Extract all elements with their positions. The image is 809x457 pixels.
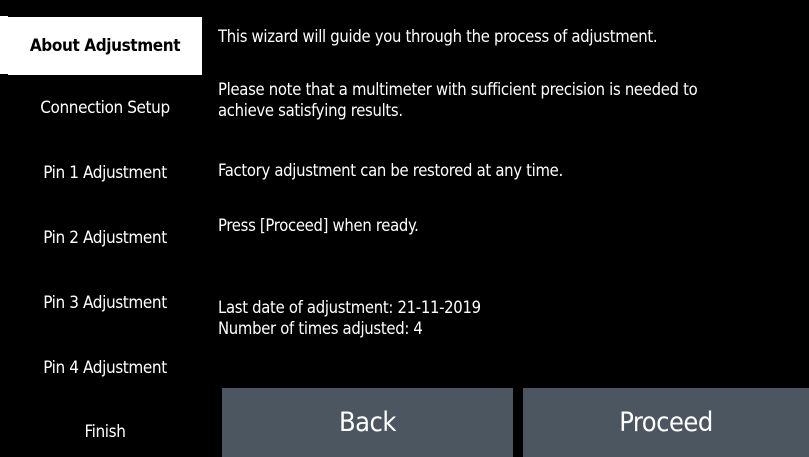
multimeter-note-line-1: Please note that a multimeter with suffi…: [218, 80, 698, 99]
step-about-adjustment[interactable]: About Adjustment: [8, 17, 202, 75]
adjustment-wizard-screen: About Adjustment Connection Setup Pin 1 …: [0, 0, 809, 457]
proceed-button-label: Proceed: [619, 407, 713, 438]
multimeter-note-line-2: achieve satisfying results.: [218, 101, 403, 120]
factory-restore-note: Factory adjustment can be restored at an…: [218, 161, 563, 180]
step-label: Pin 3 Adjustment: [43, 293, 167, 313]
intro-text: This wizard will guide you through the p…: [218, 27, 658, 46]
step-label: Pin 1 Adjustment: [43, 163, 167, 183]
back-button-label: Back: [339, 407, 396, 438]
adjustment-history: Last date of adjustment: 21-11-2019 Numb…: [218, 297, 793, 339]
step-label: About Adjustment: [29, 36, 181, 56]
step-connection-setup[interactable]: Connection Setup: [8, 80, 202, 136]
step-label: Connection Setup: [40, 98, 170, 118]
adjustment-count: Number of times adjusted: 4: [218, 319, 423, 338]
proceed-hint: Press [Proceed] when ready.: [218, 216, 419, 235]
step-label: Finish: [84, 422, 126, 442]
last-adjustment-date: Last date of adjustment: 21-11-2019: [218, 298, 481, 317]
step-label: Pin 4 Adjustment: [43, 358, 167, 378]
step-label: Pin 2 Adjustment: [43, 228, 167, 248]
step-finish[interactable]: Finish: [8, 404, 202, 457]
step-pin-4-adjustment[interactable]: Pin 4 Adjustment: [8, 340, 202, 396]
proceed-button[interactable]: Proceed: [523, 388, 809, 457]
step-pin-1-adjustment[interactable]: Pin 1 Adjustment: [8, 145, 202, 201]
multimeter-note: Please note that a multimeter with suffi…: [218, 79, 793, 121]
step-pin-3-adjustment[interactable]: Pin 3 Adjustment: [8, 275, 202, 331]
back-button[interactable]: Back: [222, 388, 513, 457]
wizard-steps-sidebar: About Adjustment Connection Setup Pin 1 …: [0, 0, 202, 457]
step-pin-2-adjustment[interactable]: Pin 2 Adjustment: [8, 210, 202, 266]
